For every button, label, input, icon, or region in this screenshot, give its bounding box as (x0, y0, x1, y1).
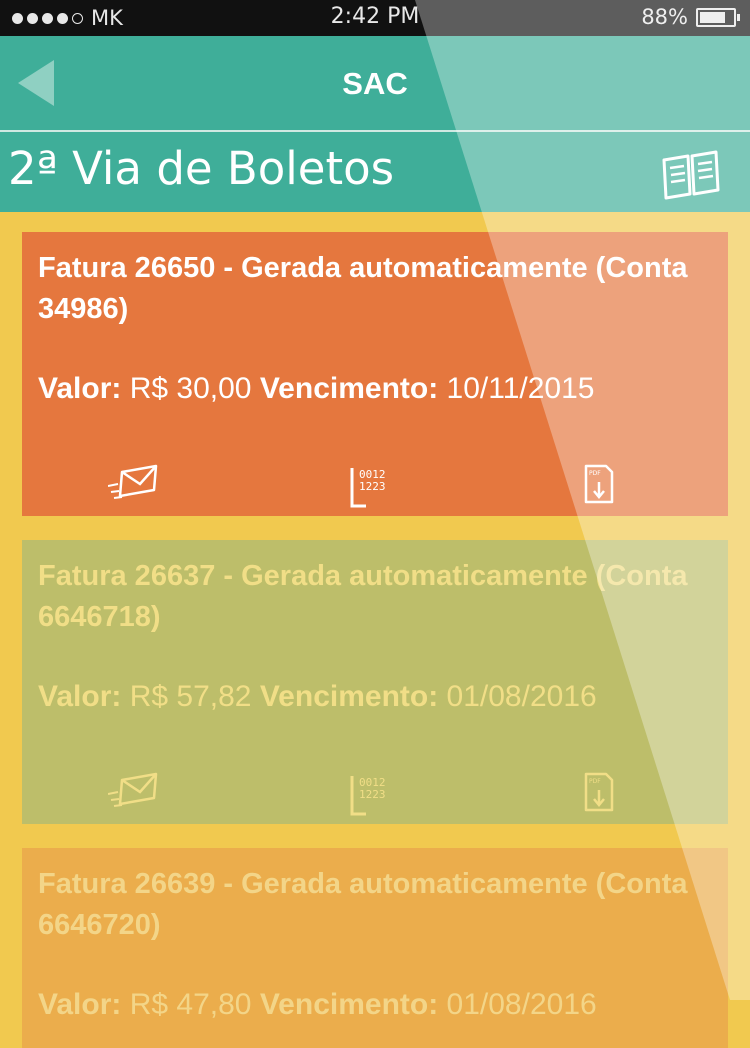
invoice-details: Valor: R$ 47,80 Vencimento: 01/08/2016 (38, 988, 597, 1022)
invoice-due-date: 01/08/2016 (446, 680, 597, 713)
barcode-digits-bottom: 1223 (359, 788, 386, 801)
due-label: Vencimento: (259, 988, 439, 1021)
invoice-title: Fatura 26637 - Gerada automaticamente (C… (38, 560, 688, 633)
header-title: SAC (342, 66, 408, 101)
invoice-details: Valor: R$ 57,82 Vencimento: 01/08/2016 (38, 680, 597, 714)
battery-percent: 88% (641, 5, 688, 29)
value-label: Valor: (38, 680, 122, 713)
pdf-tag: PDF (589, 470, 601, 477)
invoice-card[interactable]: Fatura 26639 - Gerada automaticamente (C… (22, 848, 728, 1048)
due-label: Vencimento: (259, 372, 439, 405)
invoice-actions: 0012 1223 PDF (22, 772, 728, 818)
app-header: SAC 2ª Via de Boletos (0, 36, 750, 212)
barcode-icon[interactable]: 0012 1223 (348, 464, 388, 508)
book-icon[interactable] (660, 150, 722, 202)
invoice-value: R$ 47,80 (129, 988, 252, 1021)
invoice-title: Fatura 26650 - Gerada automaticamente (C… (38, 252, 688, 325)
barcode-icon[interactable]: 0012 1223 (348, 772, 388, 816)
invoice-title: Fatura 26639 - Gerada automaticamente (C… (38, 868, 688, 941)
pdf-download-icon[interactable]: PDF (584, 772, 614, 812)
email-send-icon[interactable] (107, 772, 160, 812)
invoice-actions: 0012 1223 PDF (22, 464, 728, 510)
email-send-icon[interactable] (107, 464, 160, 504)
due-label: Vencimento: (259, 680, 439, 713)
status-time: 2:42 PM (330, 4, 420, 29)
value-label: Valor: (38, 988, 122, 1021)
header-divider (0, 130, 750, 132)
invoice-due-date: 10/11/2015 (446, 372, 595, 405)
invoice-card[interactable]: Fatura 26637 - Gerada automaticamente (C… (22, 540, 728, 824)
battery-icon (696, 7, 740, 27)
battery-status: 88% (641, 5, 740, 29)
status-bar: MK 2:42 PM 88% (0, 0, 750, 36)
invoice-details: Valor: R$ 30,00 Vencimento: 10/11/2015 (38, 372, 594, 406)
value-label: Valor: (38, 372, 122, 405)
invoice-value: R$ 30,00 (129, 372, 252, 405)
pdf-tag: PDF (589, 778, 601, 785)
barcode-digits-bottom: 1223 (359, 480, 386, 493)
page-title: 2ª Via de Boletos (8, 142, 395, 195)
pdf-download-icon[interactable]: PDF (584, 464, 614, 504)
invoice-value: R$ 57,82 (129, 680, 252, 713)
invoice-card[interactable]: Fatura 26650 - Gerada automaticamente (C… (22, 232, 728, 516)
invoice-due-date: 01/08/2016 (446, 988, 597, 1021)
